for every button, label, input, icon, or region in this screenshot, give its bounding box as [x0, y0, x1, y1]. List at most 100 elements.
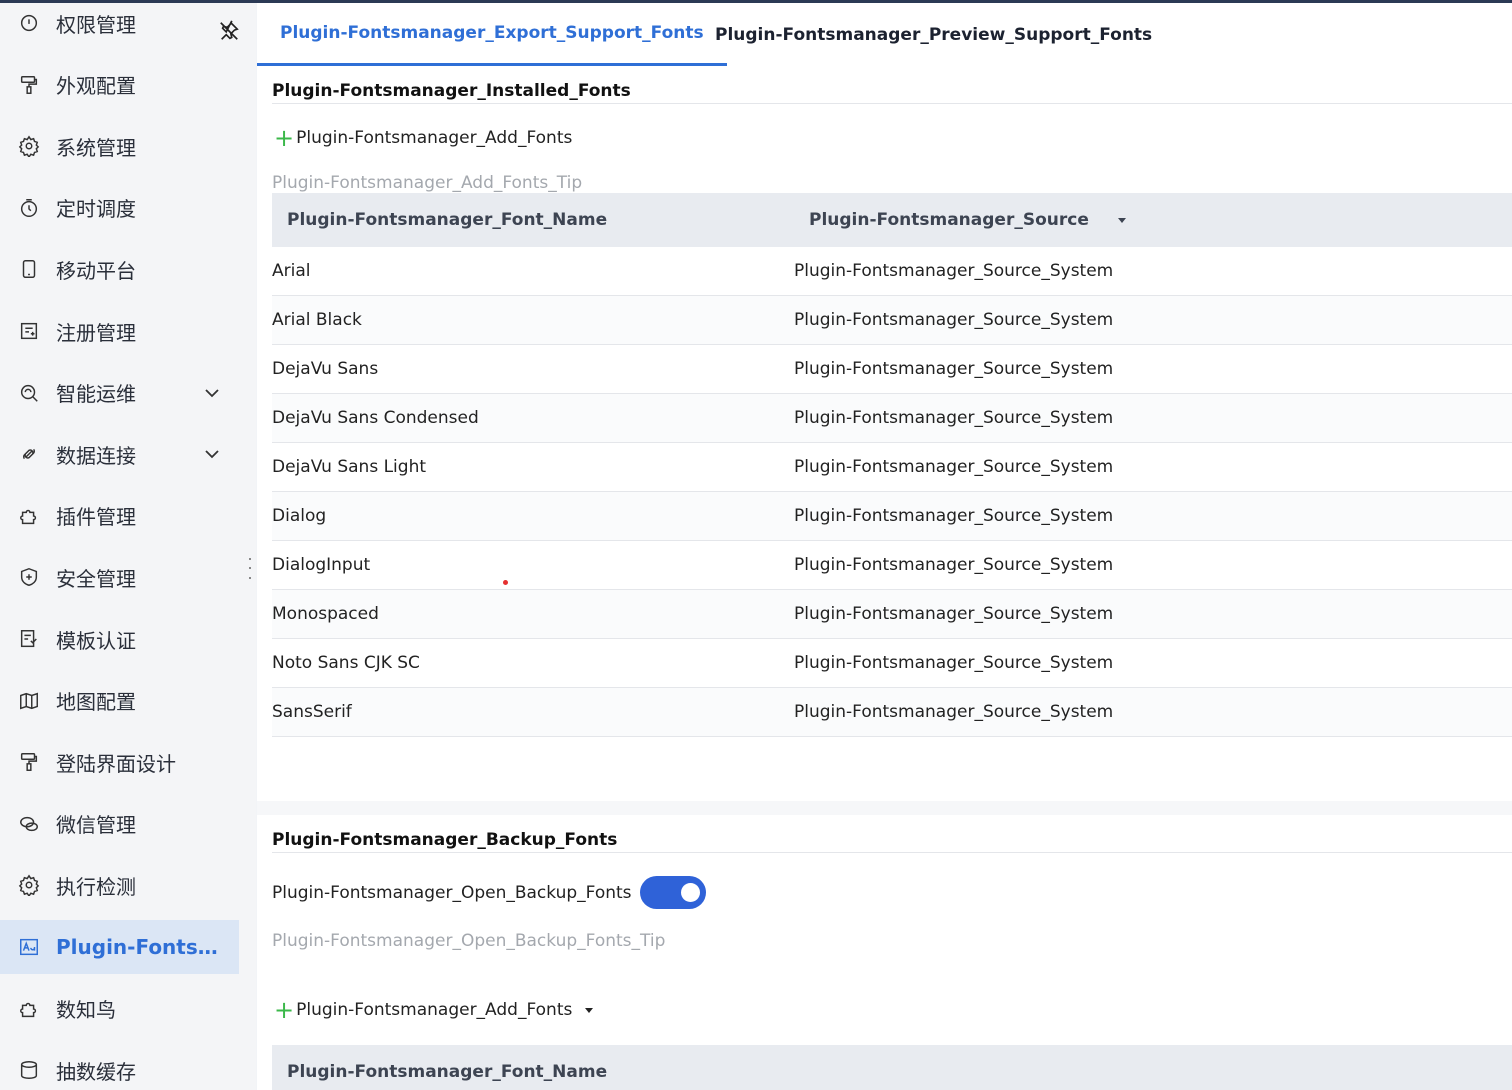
table-header: Plugin-Fontsmanager_Font_Name — [272, 1045, 1512, 1090]
sidebar-item-16[interactable]: 数知鸟 — [0, 982, 239, 1036]
sidebar-item-label: 外观配置 — [56, 74, 136, 99]
chevron-down-icon[interactable] — [202, 383, 222, 403]
sidebar-item-14[interactable]: 执行检测 — [0, 858, 239, 912]
backup-switch-row: Plugin-Fontsmanager_Open_Backup_Fonts — [272, 876, 706, 909]
table-row[interactable]: Arial Black Plugin-Fontsmanager_Source_Sy… — [272, 296, 1512, 345]
permission-icon — [18, 12, 40, 34]
source-cell: Plugin-Fontsmanager_Source_System — [794, 261, 1114, 281]
add-fonts-label: Plugin-Fontsmanager_Add_Fonts — [296, 128, 573, 148]
source-cell: Plugin-Fontsmanager_Source_System — [794, 555, 1114, 575]
sidebar-item-label: 智能运维 — [56, 382, 136, 407]
sidebar-item-label: 模板认证 — [56, 628, 136, 653]
sidebar-item-label: 微信管理 — [56, 813, 136, 838]
divider — [272, 103, 1512, 104]
sidebar-item-label: 数知鸟 — [56, 998, 116, 1023]
sidebar-item-label: 移动平台 — [56, 258, 136, 283]
cursor-dot — [503, 580, 508, 585]
tab-preview-support-fonts[interactable]: Plugin-Fontsmanager_Preview_Support_Font… — [692, 3, 1175, 66]
sidebar-item-13[interactable]: 微信管理 — [0, 797, 239, 851]
shield-icon — [18, 566, 40, 588]
sidebar-item-label: 抽数缓存 — [56, 1059, 136, 1084]
column-source: Plugin-Fontsmanager_Source — [809, 210, 1089, 230]
gear-icon — [18, 874, 40, 897]
table-row[interactable]: DejaVu Sans Light Plugin-Fontsmanager_Sou… — [272, 443, 1512, 492]
source-cell: Plugin-Fontsmanager_Source_System — [794, 653, 1114, 673]
sidebar-item-8[interactable]: 插件管理 — [0, 489, 239, 543]
sidebar: 权限管理外观配置系统管理定时调度移动平台注册管理智能运维数据连接插件管理安全管理… — [0, 3, 256, 1090]
cache-icon — [18, 1059, 40, 1081]
link-icon — [18, 443, 40, 465]
sidebar-item-label: 登陆界面设计 — [56, 751, 176, 776]
sidebar-item-label: 插件管理 — [56, 505, 136, 530]
mobile-icon — [18, 258, 40, 280]
main-content: Plugin-Fontsmanager_Export_Support_Fonts… — [257, 3, 1512, 1090]
ops-icon — [18, 382, 40, 404]
installed-fonts-table: Plugin-Fontsmanager_Font_Name Plugin-Fon… — [272, 193, 1512, 737]
plus-icon: + — [274, 124, 295, 152]
table-row[interactable]: DejaVu Sans Plugin-Fontsmanager_Source_Sy… — [272, 345, 1512, 394]
font-name-cell: Dialog — [272, 506, 327, 526]
puzzle-icon — [18, 505, 40, 527]
sidebar-item-label: 数据连接 — [56, 443, 136, 468]
sidebar-item-7[interactable]: 数据连接 — [0, 427, 239, 481]
sidebar-item-4[interactable]: 移动平台 — [0, 242, 239, 296]
table-row[interactable]: SansSerif Plugin-Fontsmanager_Source_Syst… — [272, 688, 1512, 737]
sidebar-item-11[interactable]: 地图配置 — [0, 674, 239, 728]
sidebar-item-label: Plugin-Fontsmanager — [56, 935, 238, 959]
filter-dropdown-icon[interactable] — [1115, 213, 1129, 227]
sidebar-resize-handle[interactable] — [249, 558, 256, 582]
chevron-down-icon — [585, 1008, 594, 1013]
sidebar-item-label: 执行检测 — [56, 874, 136, 899]
chevron-down-icon[interactable] — [202, 444, 222, 464]
source-cell: Plugin-Fontsmanager_Source_System — [794, 359, 1114, 379]
source-cell: Plugin-Fontsmanager_Source_System — [794, 506, 1114, 526]
table-row[interactable]: Noto Sans CJK SC Plugin-Fontsmanager_Sour… — [272, 639, 1512, 688]
sidebar-item-5[interactable]: 注册管理 — [0, 304, 239, 358]
sidebar-item-12[interactable]: 登陆界面设计 — [0, 735, 239, 789]
gear-icon — [18, 135, 40, 158]
font-name-cell: Noto Sans CJK SC — [272, 653, 420, 673]
sidebar-item-9[interactable]: 安全管理 — [0, 550, 239, 604]
add-fonts-tip: Plugin-Fontsmanager_Add_Fonts_Tip — [272, 173, 583, 193]
table-row[interactable]: Arial Plugin-Fontsmanager_Source_System — [272, 247, 1512, 296]
backup-fonts-panel: Plugin-Fontsmanager_Backup_Fonts Plugin-… — [257, 815, 1512, 1090]
add-fonts-label: Plugin-Fontsmanager_Add_Fonts — [296, 1000, 573, 1020]
sidebar-item-label: 定时调度 — [56, 197, 136, 222]
timer-icon — [18, 197, 40, 219]
wechat-icon — [18, 813, 40, 835]
table-row[interactable]: Monospaced Plugin-Fontsmanager_Source_Sys… — [272, 590, 1512, 639]
table-header: Plugin-Fontsmanager_Font_Name Plugin-Fon… — [272, 193, 1512, 247]
font-name-cell: DejaVu Sans Condensed — [272, 408, 479, 428]
source-cell: Plugin-Fontsmanager_Source_System — [794, 310, 1114, 330]
backup-fonts-toggle[interactable] — [639, 876, 706, 909]
puzzle-icon — [18, 998, 40, 1020]
backup-fonts-tip: Plugin-Fontsmanager_Open_Backup_Fonts_Ti… — [272, 931, 666, 951]
sidebar-item-10[interactable]: 模板认证 — [0, 612, 239, 666]
sidebar-item-0[interactable]: 权限管理 — [0, 3, 239, 50]
tab-export-support-fonts[interactable]: Plugin-Fontsmanager_Export_Support_Fonts — [257, 3, 727, 66]
sidebar-item-label: 安全管理 — [56, 566, 136, 591]
sidebar-item-label: 系统管理 — [56, 135, 136, 160]
sidebar-item-15[interactable]: Plugin-Fontsmanager — [0, 920, 239, 974]
template-cert-icon — [18, 628, 40, 650]
font-name-cell: SansSerif — [272, 702, 352, 722]
font-name-cell: DejaVu Sans Light — [272, 457, 427, 477]
sidebar-item-2[interactable]: 系统管理 — [0, 119, 239, 173]
paint-roller-icon — [18, 751, 40, 773]
add-backup-fonts-button[interactable]: + Plugin-Fontsmanager_Add_Fonts — [274, 998, 596, 1022]
sidebar-item-17[interactable]: 抽数缓存 — [0, 1043, 239, 1090]
table-row[interactable]: DejaVu Sans Condensed Plugin-Fontsmanager… — [272, 394, 1512, 443]
sidebar-item-label: 权限管理 — [56, 12, 136, 37]
sidebar-item-3[interactable]: 定时调度 — [0, 181, 239, 235]
font-name-cell: Monospaced — [272, 604, 379, 624]
source-cell: Plugin-Fontsmanager_Source_System — [794, 604, 1114, 624]
font-name-cell: DejaVu Sans — [272, 359, 379, 379]
paint-roller-icon — [18, 74, 40, 96]
table-row[interactable]: DialogInput Plugin-Fontsmanager_Source_Sy… — [272, 541, 1512, 590]
backup-fonts-title: Plugin-Fontsmanager_Backup_Fonts — [272, 830, 618, 850]
backup-switch-label: Plugin-Fontsmanager_Open_Backup_Fonts — [272, 882, 632, 903]
sidebar-item-1[interactable]: 外观配置 — [0, 58, 239, 112]
table-row[interactable]: Dialog Plugin-Fontsmanager_Source_System — [272, 492, 1512, 541]
add-fonts-button[interactable]: + Plugin-Fontsmanager_Add_Fonts — [274, 126, 572, 150]
sidebar-item-6[interactable]: 智能运维 — [0, 366, 239, 420]
